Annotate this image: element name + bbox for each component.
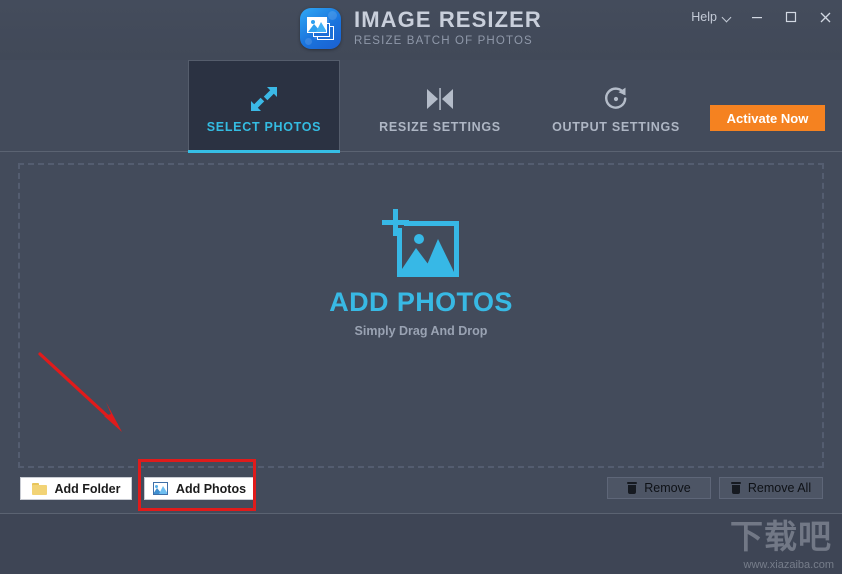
photo-drop-zone[interactable]: ADD PHOTOS Simply Drag And Drop — [18, 163, 824, 468]
maximize-button[interactable] — [774, 0, 808, 34]
close-button[interactable] — [808, 0, 842, 34]
app-subtitle: RESIZE BATCH OF PHOTOS — [354, 35, 533, 48]
drop-zone-subtitle: Simply Drag And Drop — [354, 324, 488, 338]
tab-resize-settings-label: RESIZE SETTINGS — [379, 119, 501, 134]
add-folder-label: Add Folder — [54, 481, 121, 496]
add-photos-label: Add Photos — [175, 481, 247, 496]
trash-icon — [730, 482, 741, 494]
help-menu-button[interactable]: Help — [683, 6, 740, 28]
add-photo-frame-icon — [382, 207, 460, 277]
maximize-icon — [785, 11, 797, 23]
drop-zone-title: ADD PHOTOS — [329, 287, 513, 317]
minimize-icon — [752, 17, 762, 19]
remove-label: Remove — [644, 481, 691, 495]
chevron-down-icon — [723, 13, 732, 22]
refresh-circle-icon — [602, 79, 630, 113]
window-controls: Help — [683, 0, 842, 34]
add-photos-button[interactable]: Add Photos — [144, 477, 255, 500]
remove-all-label: Remove All — [747, 481, 812, 495]
trash-icon — [627, 482, 638, 494]
image-resizer-window: IMAGE RESIZER RESIZE BATCH OF PHOTOS Hel… — [0, 0, 842, 574]
footer-bar: 下载吧 www.xiazaiba.com Next ❯ — [0, 514, 842, 574]
app-title: IMAGE RESIZER — [354, 7, 542, 33]
tab-output-settings[interactable]: OUTPUT SETTINGS — [540, 60, 692, 152]
add-folder-button[interactable]: Add Folder — [20, 477, 132, 500]
close-icon — [820, 12, 830, 22]
watermark-text: 下载吧 — [730, 517, 832, 556]
tab-output-settings-label: OUTPUT SETTINGS — [552, 119, 680, 134]
drop-zone-content: ADD PHOTOS Simply Drag And Drop — [20, 207, 822, 338]
tab-select-photos-label: SELECT PHOTOS — [206, 120, 322, 134]
remove-button[interactable]: Remove — [607, 477, 711, 499]
image-icon — [152, 482, 168, 495]
activate-now-button[interactable]: Activate Now — [710, 105, 825, 131]
active-tab-indicator — [188, 150, 340, 153]
resize-arrows-icon — [249, 79, 279, 113]
watermark-url: www.xiazaiba.com — [743, 559, 834, 571]
collapse-arrows-icon — [425, 79, 455, 113]
photos-stack-icon — [300, 8, 341, 49]
app-branding: IMAGE RESIZER RESIZE BATCH OF PHOTOS — [300, 8, 542, 49]
minimize-button[interactable] — [740, 0, 774, 34]
help-label: Help — [691, 10, 717, 24]
tabbar-divider — [0, 151, 842, 152]
action-bar: Add Folder Add Photos — [0, 472, 842, 513]
tab-resize-settings[interactable]: RESIZE SETTINGS — [364, 60, 516, 152]
remove-all-button[interactable]: Remove All — [719, 477, 823, 499]
title-bar: IMAGE RESIZER RESIZE BATCH OF PHOTOS Hel… — [0, 0, 842, 60]
site-watermark: 下载吧 www.xiazaiba.com — [686, 510, 836, 572]
tab-select-photos[interactable]: SELECT PHOTOS — [188, 60, 340, 152]
folder-icon — [31, 482, 47, 495]
